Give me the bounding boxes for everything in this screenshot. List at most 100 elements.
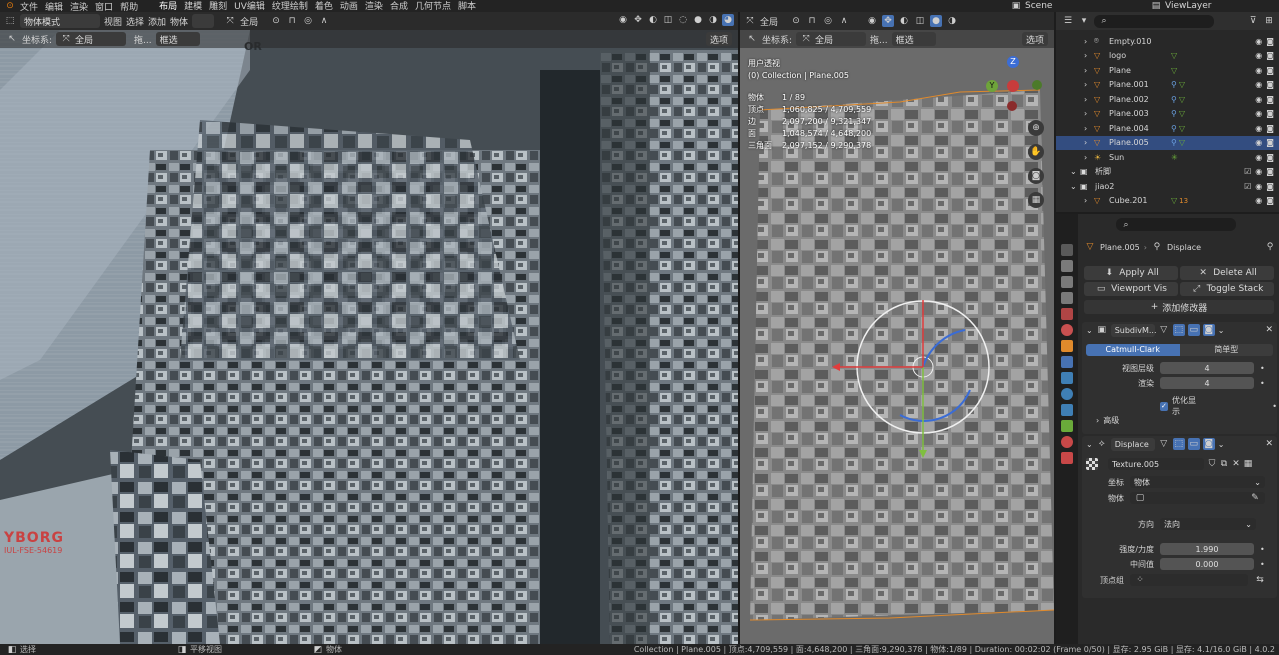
right-overlay-icon[interactable]: ◐ (898, 15, 910, 27)
viewport-vis-button[interactable]: ▭ Viewport Vis (1084, 282, 1178, 296)
texture-tab-icon[interactable] (1061, 452, 1073, 464)
right-orientation-label[interactable]: 全局 (760, 15, 778, 28)
eye-icon[interactable]: ◉ (1255, 182, 1262, 191)
expand-arrow-icon[interactable]: ⌄ (1070, 167, 1080, 176)
eye-icon[interactable]: ◉ (1255, 66, 1262, 75)
expand-arrow-icon[interactable]: › (1084, 153, 1094, 162)
render-camera-icon[interactable]: ◙ (1266, 37, 1274, 46)
collapse-arrow-icon[interactable]: ⌄ (1086, 326, 1093, 335)
gizmo-y-axis[interactable]: Y (986, 80, 998, 92)
proportional-edit-icon[interactable]: ◎ (302, 15, 314, 27)
outliner-search-input[interactable]: ⌕ (1094, 14, 1214, 28)
editor-type-icon[interactable]: ⬚ (4, 15, 16, 27)
expand-arrow-icon[interactable]: › (1084, 80, 1094, 89)
add-modifier-button[interactable]: + 添加修改器 (1084, 300, 1274, 314)
displace-header[interactable]: ⌄ ⟡ Displace ▽ ⬚ ▭ ◙ ⌄ ✕ (1082, 436, 1277, 452)
keyframe-dot-icon[interactable]: • (1260, 364, 1265, 373)
subdiv-remove-icon[interactable]: ✕ (1265, 325, 1273, 335)
output-tab-icon[interactable] (1061, 276, 1073, 288)
expand-arrow-icon[interactable]: › (1084, 124, 1094, 133)
cursor-tool-icon[interactable]: ↖ (6, 33, 18, 45)
subdiv-name-field[interactable]: SubdivM... (1110, 323, 1157, 337)
mesh-data-icon[interactable]: ▽ (1171, 196, 1177, 205)
menu-file[interactable]: 文件 (20, 0, 38, 13)
apply-all-button[interactable]: ⬇ Apply All (1084, 266, 1178, 280)
outliner-row[interactable]: › ▽ logo ▽ ◉ ◙ (1056, 49, 1279, 63)
texture-props-icon[interactable]: ▦ (1242, 458, 1254, 470)
scene-selector[interactable]: ▣ Scene (1010, 0, 1053, 12)
options-button[interactable]: 选项 (705, 32, 732, 46)
right-proportional-icon[interactable]: ◎ (822, 15, 834, 27)
expand-arrow-icon[interactable]: › (1084, 95, 1094, 104)
eye-icon[interactable]: ◉ (1255, 109, 1262, 118)
menu-object[interactable]: 物体 (170, 15, 188, 28)
gizmo-neg-y-axis[interactable] (1032, 80, 1042, 90)
menu-edit[interactable]: 编辑 (45, 0, 63, 13)
right-drag-dropdown[interactable]: 框选 (891, 32, 936, 46)
blender-logo-icon[interactable]: ⊙ (4, 0, 16, 12)
render-camera-icon[interactable]: ◙ (1266, 124, 1274, 133)
falloff-icon[interactable]: ∧ (318, 15, 330, 27)
expand-arrow-icon[interactable]: › (1084, 109, 1094, 118)
perspective-grid-icon[interactable]: ▦ (1028, 192, 1044, 208)
mode-dropdown[interactable]: 物体模式 (20, 14, 100, 28)
zoom-icon[interactable]: ⊕ (1028, 120, 1044, 136)
coords-dropdown[interactable]: 物体 ⌄ (1130, 476, 1265, 488)
gizmo-icon[interactable]: ✥ (632, 14, 644, 26)
render-toggle-icon[interactable]: ◙ (1202, 324, 1215, 336)
mesh-data-icon[interactable]: ▽ (1179, 109, 1185, 118)
wireframe-shading-icon[interactable]: ◌ (677, 14, 689, 26)
solid-shading-icon[interactable]: ● (692, 14, 704, 26)
eye-icon[interactable]: ◉ (1255, 80, 1262, 89)
viewport-toggle-icon[interactable]: ▭ (1187, 438, 1200, 450)
eye-icon[interactable]: ◉ (1255, 196, 1262, 205)
fake-user-icon[interactable]: ⛉ (1206, 458, 1218, 470)
viewport-toggle-icon[interactable]: ▭ (1187, 324, 1200, 336)
expand-arrow-icon[interactable]: ⌄ (1070, 182, 1080, 191)
world-tab-icon[interactable] (1061, 324, 1073, 336)
right-options-button[interactable]: 选项 (1021, 32, 1048, 46)
gizmo-x-axis[interactable] (1007, 80, 1019, 92)
keyframe-dot-icon[interactable]: • (1260, 560, 1265, 569)
outliner-row[interactable]: › ▽ Plane.002 ⚲ ▽ ◉ ◙ (1056, 92, 1279, 106)
filter-icon[interactable]: ⊽ (1247, 15, 1259, 27)
subdiv-header[interactable]: ⌄ ▣ SubdivM... ▽ ⬚ ▭ ◙ ⌄ ✕ (1082, 322, 1277, 338)
keyframe-dot-icon[interactable]: • (1260, 379, 1265, 388)
left-viewport[interactable]: OR YBORG IUL-FSE-54619 (0, 30, 738, 644)
render-levels-field[interactable]: 4 (1160, 377, 1254, 389)
expand-arrow-icon[interactable]: › (1084, 196, 1094, 205)
texture-selector[interactable]: Texture.005 (1108, 458, 1204, 470)
orientation-label[interactable]: 全局 (240, 15, 258, 28)
keyframe-dot-icon[interactable]: • (1260, 545, 1265, 554)
constraints-tab-icon[interactable] (1061, 404, 1073, 416)
overlay-icon[interactable]: ◐ (647, 14, 659, 26)
particles-tab-icon[interactable] (1061, 372, 1073, 384)
right-material-shading-icon[interactable]: ◑ (946, 15, 958, 27)
right-xray-icon[interactable]: ◫ (914, 15, 926, 27)
outliner-row[interactable]: › ▽ Plane.001 ⚲ ▽ ◉ ◙ (1056, 78, 1279, 92)
menu-help[interactable]: 帮助 (120, 0, 138, 13)
snap-icon[interactable]: ⊓ (286, 15, 298, 27)
object-menu-dropdown[interactable] (192, 14, 215, 28)
new-collection-icon[interactable]: ⊞ (1263, 15, 1275, 27)
render-camera-icon[interactable]: ◙ (1266, 51, 1274, 60)
edit-mode-toggle-icon[interactable]: ▽ (1158, 438, 1170, 450)
render-camera-icon[interactable]: ◙ (1266, 167, 1274, 176)
outliner-row[interactable]: ⌄ ▣ jiao2 ☑ ◉ ◙ (1056, 179, 1279, 193)
mesh-data-icon[interactable]: ▽ (1179, 124, 1185, 133)
edit-mode-toggle-icon[interactable]: ▽ (1158, 324, 1170, 336)
pin-icon[interactable]: ⚲ (1264, 241, 1276, 253)
eye-icon[interactable]: ◉ (1255, 37, 1262, 46)
xray-icon[interactable]: ◫ (662, 14, 674, 26)
strength-field[interactable]: 1.990 (1160, 543, 1254, 555)
navigation-gizmo[interactable]: Z Y (980, 52, 1050, 122)
outliner-row[interactable]: › ⌾ Empty.010 ◉ ◙ (1056, 34, 1279, 48)
levels-field[interactable]: 4 (1160, 362, 1254, 374)
outliner-row[interactable]: › ▽ Plane.004 ⚲ ▽ ◉ ◙ (1056, 121, 1279, 135)
modifier-wrench-icon[interactable]: ⚲ (1171, 124, 1177, 133)
exclude-checkbox-icon[interactable]: ☑ (1244, 182, 1251, 191)
menu-view[interactable]: 视图 (104, 15, 122, 28)
coord-dropdown[interactable]: ⤧ 全局 (56, 32, 127, 46)
properties-search[interactable]: ⌕ (1116, 218, 1236, 231)
right-gizmo-icon[interactable]: ✥ (882, 15, 895, 27)
